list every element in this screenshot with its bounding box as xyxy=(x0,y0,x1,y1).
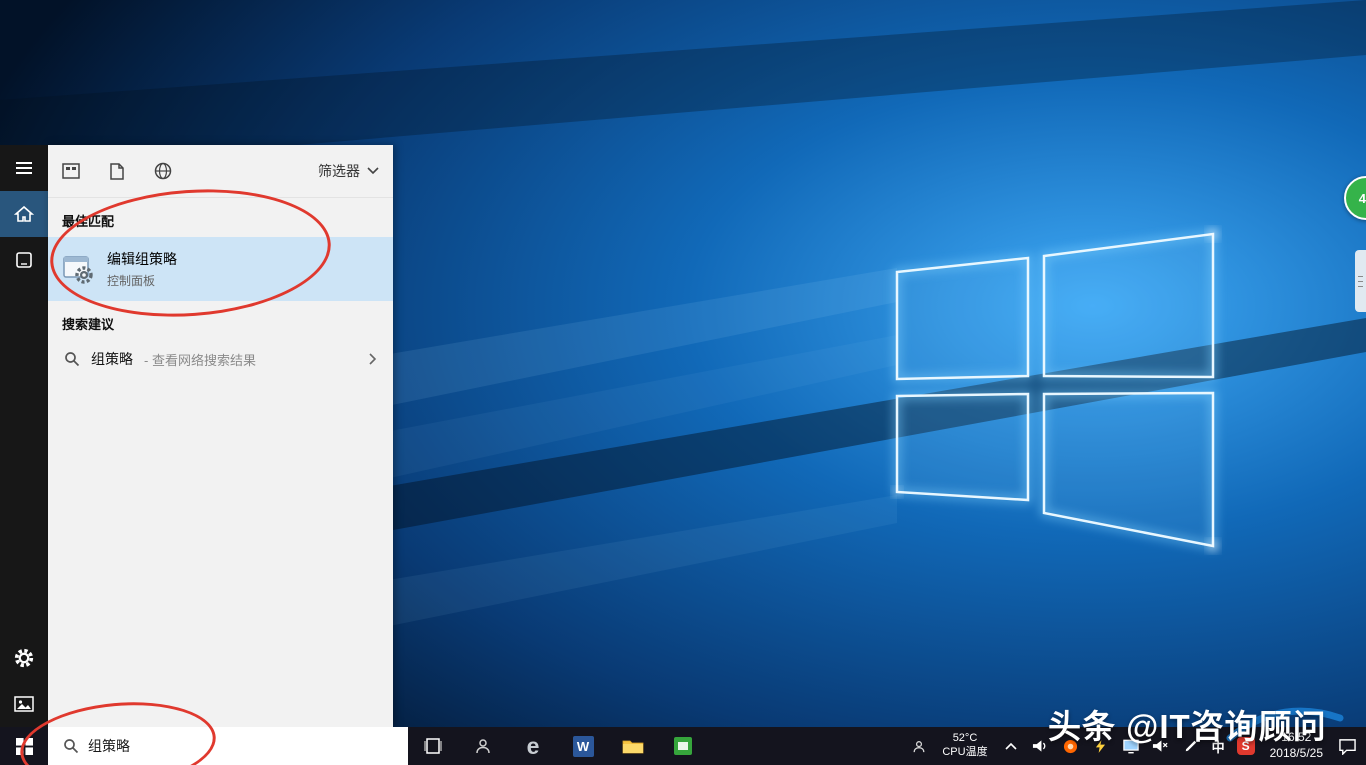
task-view-button[interactable] xyxy=(408,727,458,765)
search-icon xyxy=(63,738,79,754)
cpu-temp-label: CPU温度 xyxy=(942,746,987,760)
cpu-temp-value: 52°C xyxy=(953,732,978,746)
taskbar-search-box[interactable]: 组策略 xyxy=(48,727,408,765)
hidden-icons-button[interactable] xyxy=(996,727,1026,765)
taskbar-edge-button[interactable]: e xyxy=(508,727,558,765)
watermark: 头条 @IT咨询顾问 xyxy=(1048,700,1327,748)
tab-web-icon[interactable] xyxy=(154,162,172,180)
result-title: 编辑组策略 xyxy=(107,249,177,269)
suggestion-query: 组策略 xyxy=(91,349,133,369)
chevron-up-icon xyxy=(1005,742,1017,750)
suggestion-suffix: - 查看网络搜索结果 xyxy=(144,350,256,369)
word-icon: W xyxy=(573,736,594,757)
task-view-icon xyxy=(423,738,443,754)
filters-label: 筛选器 xyxy=(318,161,360,181)
best-match-header: 最佳匹配 xyxy=(48,198,393,237)
cpu-temp-indicator[interactable]: 52°C CPU温度 xyxy=(934,727,995,765)
people-icon xyxy=(473,738,493,754)
edge-slider-handle[interactable] xyxy=(1355,250,1366,312)
chevron-right-icon xyxy=(369,353,377,365)
best-match-result[interactable]: 编辑组策略 控制面板 xyxy=(48,237,393,301)
tab-apps-icon[interactable] xyxy=(62,163,80,179)
search-suggestion-item[interactable]: 组策略 - 查看网络搜索结果 xyxy=(48,340,393,378)
chevron-down-icon xyxy=(367,167,379,175)
search-icon xyxy=(64,351,80,367)
menu-hamburger-button[interactable] xyxy=(0,145,48,191)
gear-icon xyxy=(13,647,35,669)
result-texts: 编辑组策略 控制面板 xyxy=(107,249,177,289)
search-filter-tabs: 筛选器 xyxy=(48,145,393,198)
result-subtitle: 控制面板 xyxy=(107,272,177,289)
suggestions-header: 搜索建议 xyxy=(48,301,393,340)
tray-user-button[interactable] xyxy=(904,727,934,765)
filters-dropdown[interactable]: 筛选器 xyxy=(318,161,379,181)
taskbar-explorer-button[interactable] xyxy=(608,727,658,765)
taskbar-green-app-button[interactable] xyxy=(658,727,708,765)
start-button[interactable] xyxy=(0,727,48,765)
home-icon xyxy=(14,205,34,223)
rail-pictures-button[interactable] xyxy=(0,681,48,727)
user-icon xyxy=(911,739,927,754)
green-app-icon xyxy=(674,737,692,755)
group-policy-icon xyxy=(62,253,94,285)
taskbar-people-button[interactable] xyxy=(458,727,508,765)
tab-documents-icon[interactable] xyxy=(110,163,124,180)
search-input-value: 组策略 xyxy=(88,736,130,756)
rail-home-button[interactable] xyxy=(0,191,48,237)
taskbar-word-button[interactable]: W xyxy=(558,727,608,765)
windows-logo-icon xyxy=(16,738,33,755)
rail-device-button[interactable] xyxy=(0,237,48,283)
desktop: 44 xyxy=(0,0,1366,765)
search-results-panel: 筛选器 最佳匹配 编辑组策略 控制面板 搜索建议 组策略 - 查看网络搜索结果 xyxy=(48,145,393,727)
floating-badge-value: 44 xyxy=(1359,191,1366,206)
start-menu-rail xyxy=(0,145,48,727)
rail-settings-button[interactable] xyxy=(0,635,48,681)
hamburger-icon xyxy=(15,161,33,175)
file-explorer-icon xyxy=(622,738,644,754)
volume-icon xyxy=(1032,739,1049,753)
device-icon xyxy=(15,251,33,269)
pictures-icon xyxy=(14,696,34,712)
rail-spacer xyxy=(0,283,48,635)
edge-icon: e xyxy=(527,735,540,758)
